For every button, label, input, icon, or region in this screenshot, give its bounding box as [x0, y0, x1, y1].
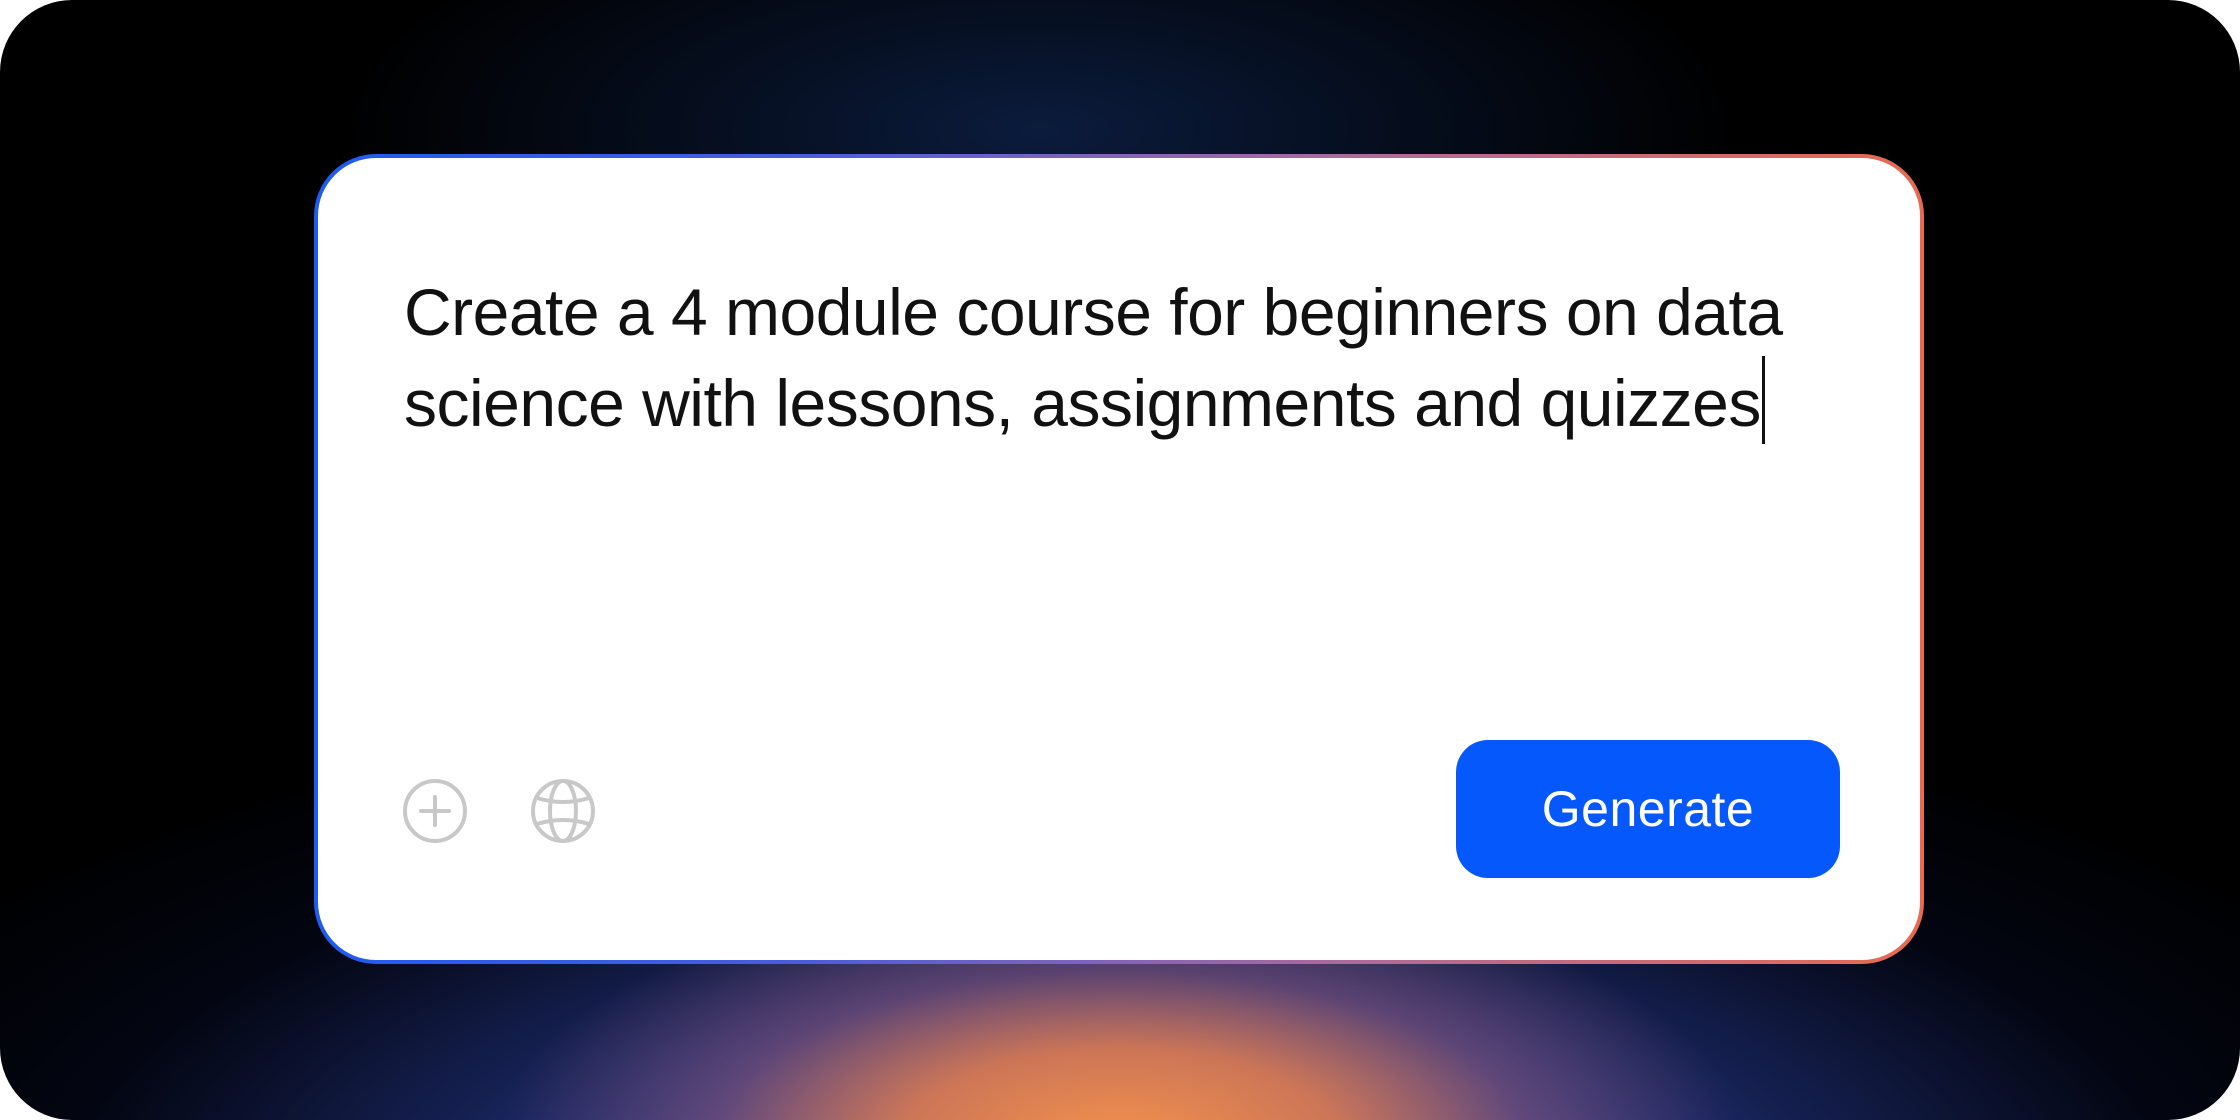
generate-button[interactable]: Generate: [1456, 740, 1840, 878]
prompt-text: Create a 4 module course for beginners o…: [404, 275, 1783, 440]
prompt-input[interactable]: Create a 4 module course for beginners o…: [404, 268, 1844, 447]
prompt-card: Create a 4 module course for beginners o…: [318, 158, 1920, 960]
text-caret: [1761, 356, 1765, 444]
prompt-card-border: Create a 4 module course for beginners o…: [314, 154, 1924, 964]
add-attachment-button[interactable]: [402, 778, 468, 844]
globe-icon: [531, 779, 595, 843]
backdrop: Create a 4 module course for beginners o…: [0, 0, 2240, 1120]
web-search-button[interactable]: [530, 778, 596, 844]
plus-circle-icon: [403, 779, 467, 843]
